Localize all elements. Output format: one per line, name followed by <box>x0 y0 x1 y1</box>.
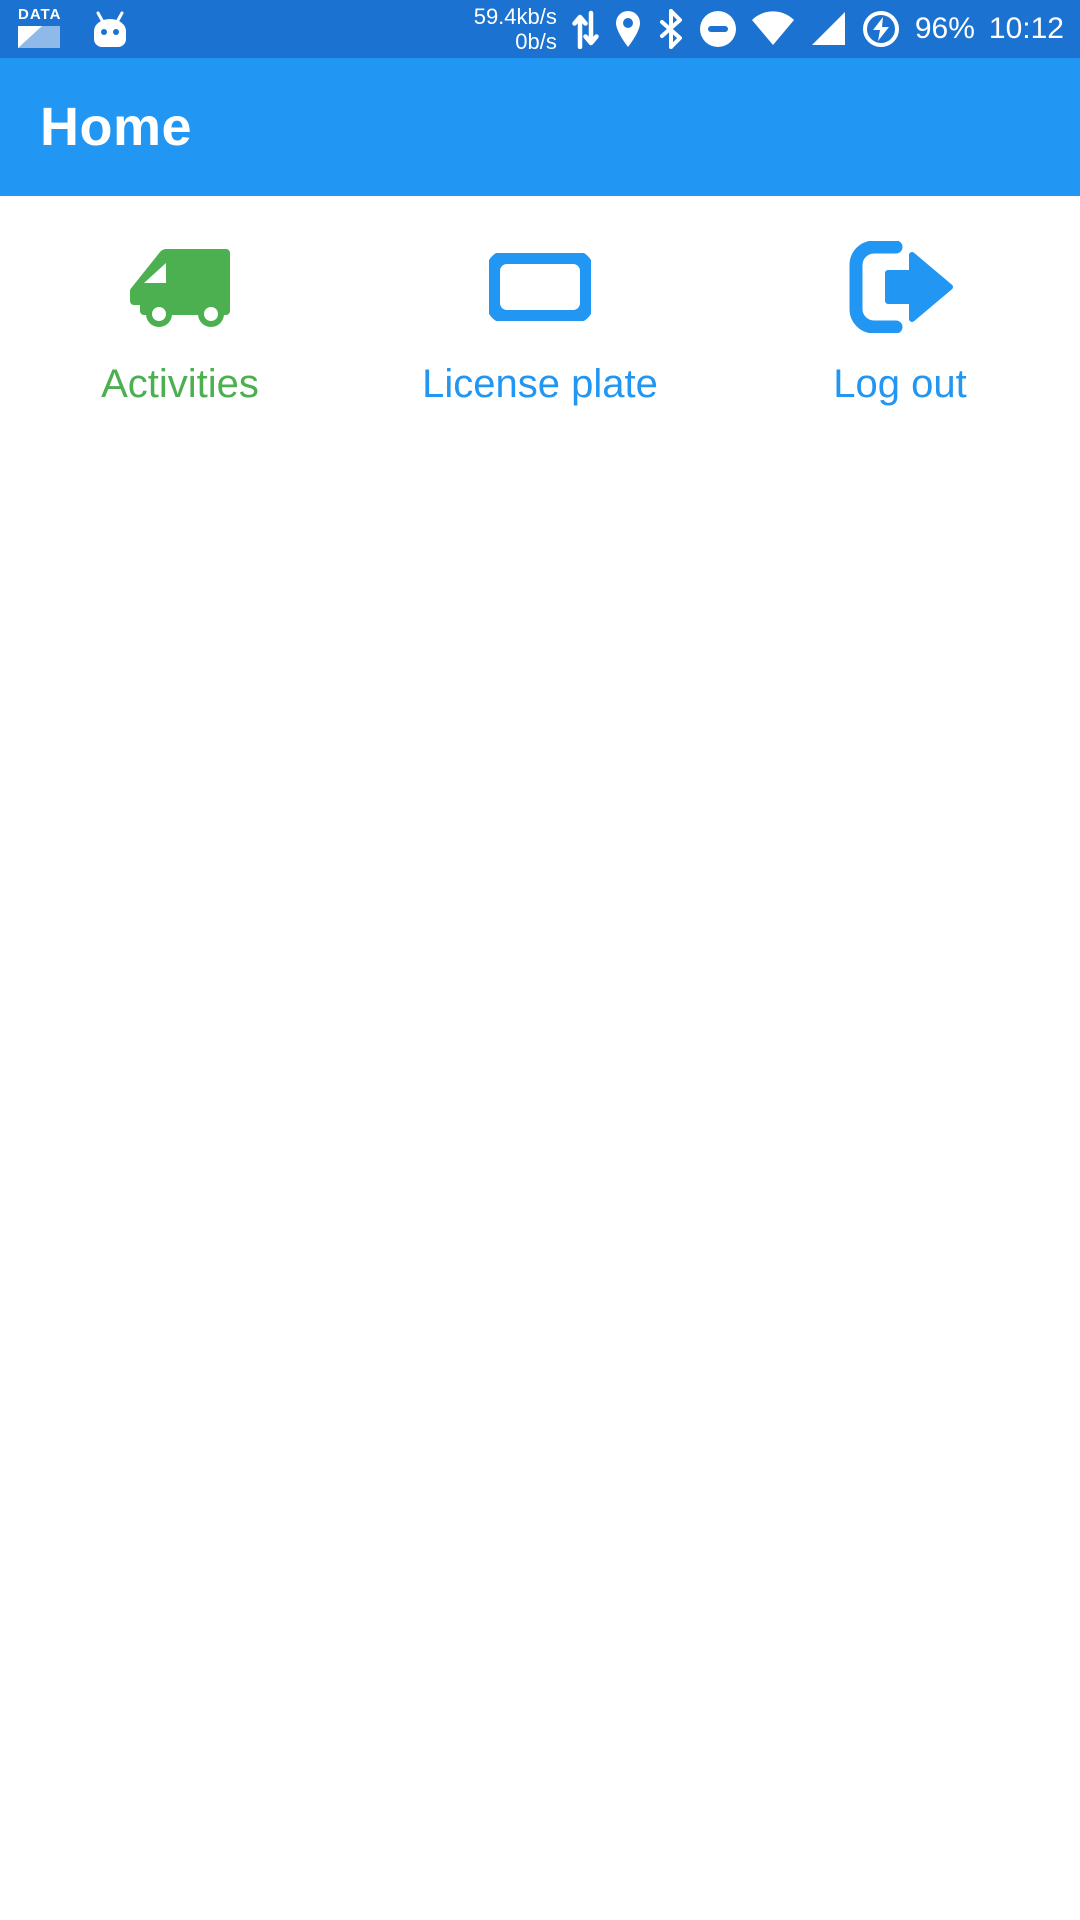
network-speed-up: 0b/s <box>515 29 557 54</box>
cellular-signal-icon <box>809 11 847 47</box>
delivery-truck-icon <box>126 232 234 342</box>
app-bar: Home <box>0 58 1080 196</box>
status-bar-clock: 10:12 <box>988 12 1064 45</box>
wifi-icon <box>751 11 795 47</box>
battery-percent-label: 96% <box>914 12 975 45</box>
location-pin-icon <box>613 9 643 49</box>
data-usage-icon: DATA <box>16 7 62 51</box>
bluetooth-icon <box>657 9 685 49</box>
data-usage-glyph <box>18 26 60 48</box>
battery-charging-icon <box>861 9 901 49</box>
do-not-disturb-icon <box>699 10 737 48</box>
action-grid: Activities License plate Log out <box>0 212 1080 408</box>
action-item-log-out[interactable]: Log out <box>720 212 1080 408</box>
android-mascot-icon <box>94 11 126 47</box>
logout-arrow-icon <box>844 232 956 342</box>
action-label-license-plate: License plate <box>422 362 658 406</box>
action-label-log-out: Log out <box>833 362 967 406</box>
network-transfer-icon <box>571 9 599 49</box>
status-bar-right-icons: 59.4kb/s 0b/s 96% 10:12 <box>474 4 1080 54</box>
action-label-activities: Activities <box>101 362 259 406</box>
page-title: Home <box>40 97 193 157</box>
network-speed-indicator: 59.4kb/s 0b/s <box>474 4 557 54</box>
action-item-license-plate[interactable]: License plate <box>360 212 720 408</box>
data-usage-label: DATA <box>18 6 62 23</box>
license-plate-icon <box>489 232 591 342</box>
status-bar-left-icons: DATA <box>0 7 132 51</box>
network-speed-down: 59.4kb/s <box>473 4 557 29</box>
action-item-activities[interactable]: Activities <box>0 212 360 408</box>
main-content: Activities License plate Log out <box>0 196 1080 1920</box>
status-bar: DATA 59.4kb/s 0b/s 96% 10:12 <box>0 0 1080 58</box>
